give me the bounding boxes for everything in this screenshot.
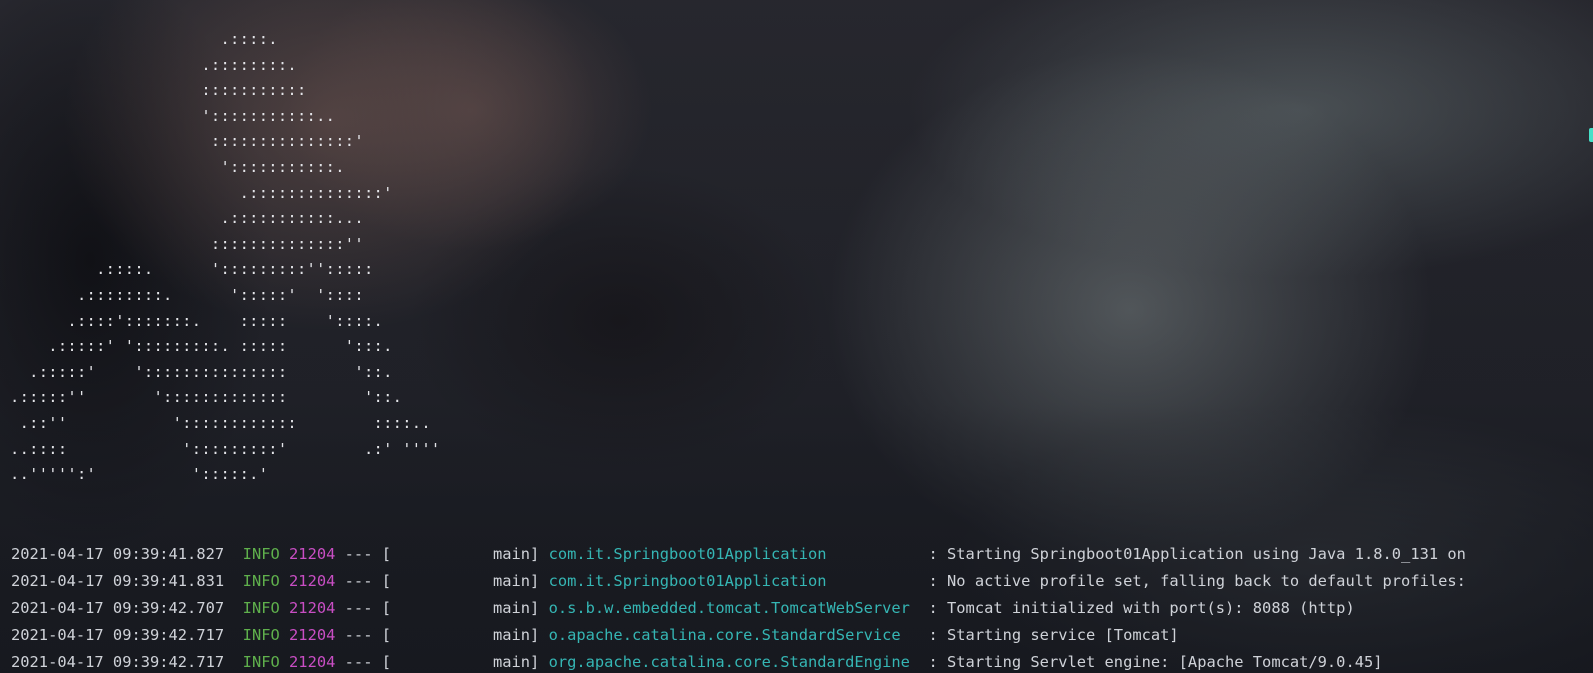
scroll-marker-icon [1589, 128, 1593, 142]
ascii-art-line: .::::::::. [10, 55, 297, 74]
log-message: : Starting Springboot01Application using… [928, 545, 1466, 563]
ascii-art-line: ::::::::::: [10, 81, 307, 100]
log-row: 2021-04-17 09:39:42.717 INFO 21204 --- [… [11, 649, 1593, 673]
log-timestamp: 2021-04-17 09:39:42.707 [11, 599, 225, 617]
log-thread: [ main] [381, 653, 540, 671]
log-timestamp: 2021-04-17 09:39:42.717 [11, 653, 225, 671]
log-message: : No active profile set, falling back to… [928, 572, 1466, 590]
log-message: : Starting service [Tomcat] [928, 626, 1179, 644]
log-separator: --- [344, 653, 373, 671]
log-level: INFO [242, 545, 280, 563]
log-level: INFO [242, 626, 280, 644]
log-row: 2021-04-17 09:39:42.707 INFO 21204 --- [… [11, 595, 1593, 622]
log-pid: 21204 [289, 545, 336, 563]
log-row: 2021-04-17 09:39:42.717 INFO 21204 --- [… [11, 622, 1593, 649]
log-thread: [ main] [381, 626, 540, 644]
ascii-art-line: ':::::::::::. [10, 157, 345, 176]
log-logger[interactable]: o.s.b.w.embedded.tomcat.TomcatWebServer [549, 599, 910, 617]
log-message: : Tomcat initialized with port(s): 8088 … [928, 599, 1355, 617]
log-pid: 21204 [289, 572, 336, 590]
ascii-art-line: .::::::::. ':::::' ':::: [10, 285, 364, 304]
ascii-art-line: ..''''':' ':::::.' [10, 465, 269, 484]
log-separator: --- [344, 545, 373, 563]
log-separator: --- [344, 626, 373, 644]
ascii-art-line: :::::::::::::::' [10, 132, 364, 151]
log-row: 2021-04-17 09:39:41.831 INFO 21204 --- [… [11, 568, 1593, 595]
ascii-art-line: .:::::'' '::::::::::::: '::. [10, 388, 403, 407]
log-row: 2021-04-17 09:39:41.827 INFO 21204 --- [… [11, 541, 1593, 568]
log-level: INFO [242, 599, 280, 617]
ascii-art-line: ..:::: ':::::::::' .:' '''' [10, 439, 441, 458]
log-logger[interactable]: com.it.Springboot01Application [549, 545, 827, 563]
log-timestamp: 2021-04-17 09:39:41.827 [11, 545, 225, 563]
ascii-art-line: .::::. ':::::::::''::::: [10, 260, 374, 279]
console-output-panel[interactable]: .::::. .::::::::. ::::::::::: ':::::::::… [0, 0, 1593, 673]
log-level: INFO [242, 653, 280, 671]
ascii-art-line: .::::':::::::. ::::: '::::. [10, 311, 384, 330]
ascii-art-line: .:::::' ':::::::::. ::::: ':::. [10, 337, 393, 356]
log-separator: --- [344, 572, 373, 590]
ascii-art-line: .::::::::::::::' [10, 183, 393, 202]
log-level: INFO [242, 572, 280, 590]
ascii-art-banner: .::::. .::::::::. ::::::::::: ':::::::::… [10, 27, 440, 488]
ascii-art-line: ::::::::::::::'' [10, 234, 364, 253]
ascii-art-line: .::'' ':::::::::::: ::::.. [10, 413, 431, 432]
log-logger[interactable]: o.apache.catalina.core.StandardService [549, 626, 901, 644]
log-thread: [ main] [381, 572, 540, 590]
ascii-art-line: .::::. [10, 30, 278, 48]
log-pid: 21204 [289, 626, 336, 644]
ascii-art-line: .:::::::::::... [10, 209, 364, 228]
log-thread: [ main] [381, 599, 540, 617]
ascii-art-line: .:::::' '::::::::::::::: '::. [10, 362, 393, 381]
log-output[interactable]: 2021-04-17 09:39:41.827 INFO 21204 --- [… [11, 541, 1593, 673]
log-logger[interactable]: com.it.Springboot01Application [549, 572, 827, 590]
log-thread: [ main] [381, 545, 540, 563]
log-message: : Starting Servlet engine: [Apache Tomca… [928, 653, 1383, 671]
log-pid: 21204 [289, 599, 336, 617]
log-timestamp: 2021-04-17 09:39:42.717 [11, 626, 225, 644]
log-separator: --- [344, 599, 373, 617]
ascii-art-line: ':::::::::::.. [10, 106, 336, 125]
log-logger[interactable]: org.apache.catalina.core.StandardEngine [549, 653, 910, 671]
log-timestamp: 2021-04-17 09:39:41.831 [11, 572, 225, 590]
log-pid: 21204 [289, 653, 336, 671]
